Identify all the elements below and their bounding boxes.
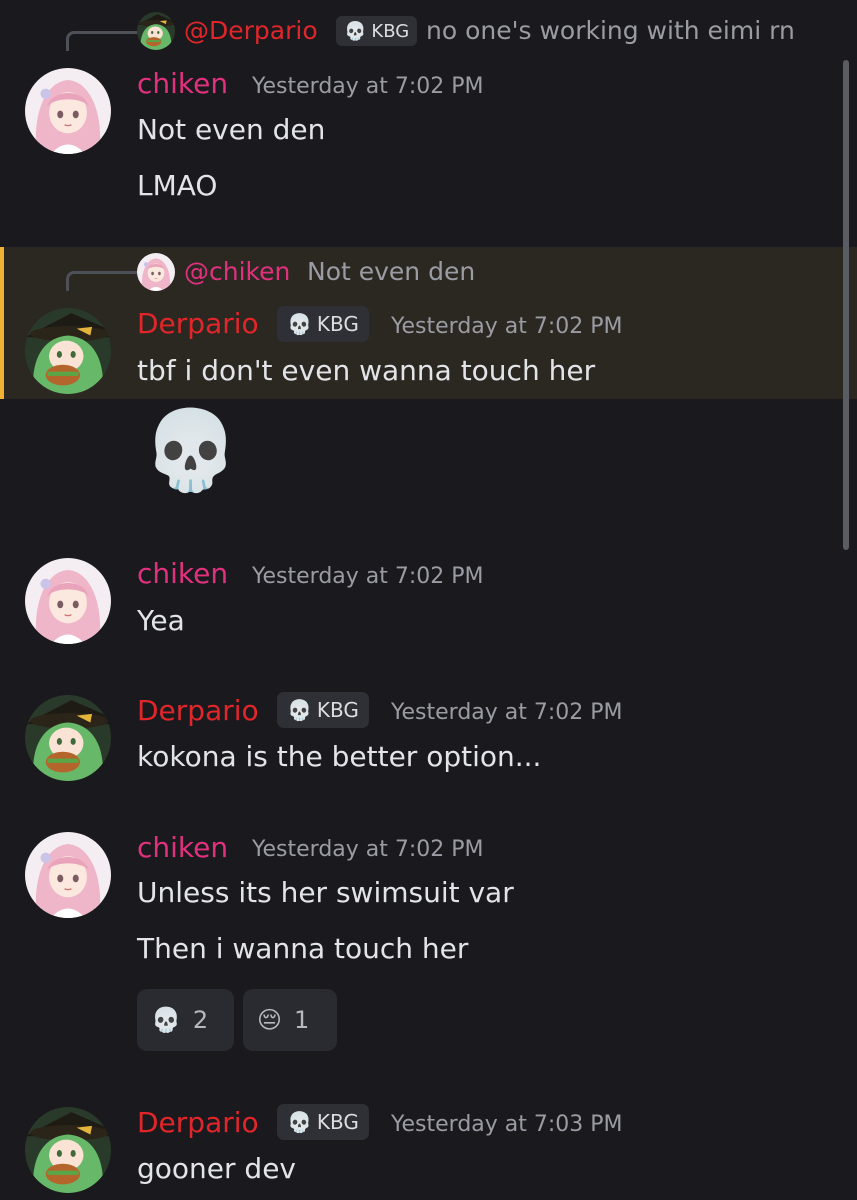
- reply-avatar[interactable]: [137, 12, 175, 50]
- timestamp: Yesterday at 7:02 PM: [252, 74, 484, 99]
- message-text: gooner dev: [137, 1152, 296, 1185]
- reaction-pensive[interactable]: 😔 1: [243, 989, 337, 1051]
- role-tag: 💀 KBG: [277, 306, 369, 342]
- reply-connector: [66, 271, 138, 291]
- author-name[interactable]: chiken: [137, 834, 228, 862]
- message-feed: @Derpario 💀 KBG no one's working with ei…: [0, 0, 857, 1200]
- message-text: Unless its her swimsuit var: [137, 876, 514, 909]
- reply-mention[interactable]: @chiken: [184, 257, 290, 286]
- reaction-skull[interactable]: 💀 2: [137, 989, 234, 1051]
- skull-icon: 💀: [287, 312, 312, 336]
- scrollbar[interactable]: [843, 60, 849, 550]
- role-tag: 💀 KBG: [277, 1104, 369, 1140]
- reaction-count: 1: [294, 1006, 310, 1034]
- message-text: Then i wanna touch her: [137, 932, 469, 965]
- skull-emoji: 💀: [142, 406, 240, 496]
- role-tag-label: KBG: [316, 698, 359, 722]
- role-tag: 💀 KBG: [336, 16, 418, 46]
- reply-connector: [66, 31, 138, 51]
- timestamp: Yesterday at 7:02 PM: [391, 700, 623, 725]
- skull-icon: 💀: [287, 1110, 312, 1134]
- role-tag-label: KBG: [371, 20, 410, 42]
- author-name[interactable]: Derpario: [137, 310, 259, 338]
- message-text: Not even den: [137, 113, 326, 146]
- skull-icon: 💀: [287, 698, 312, 722]
- timestamp: Yesterday at 7:02 PM: [252, 564, 484, 589]
- message-text: kokona is the better option...: [137, 740, 542, 773]
- reply-text[interactable]: Not even den: [307, 257, 475, 286]
- skull-icon: 💀: [344, 20, 367, 42]
- role-tag-label: KBG: [316, 1110, 359, 1134]
- author-name[interactable]: chiken: [137, 70, 228, 98]
- timestamp: Yesterday at 7:03 PM: [391, 1112, 623, 1137]
- avatar[interactable]: [25, 832, 111, 918]
- avatar[interactable]: [25, 308, 111, 394]
- author-name[interactable]: chiken: [137, 560, 228, 588]
- author-name[interactable]: Derpario: [137, 697, 259, 725]
- role-tag: 💀 KBG: [277, 692, 369, 728]
- avatar[interactable]: [25, 1107, 111, 1193]
- avatar[interactable]: [25, 68, 111, 154]
- message-text: LMAO: [137, 169, 218, 202]
- skull-icon: 💀: [151, 1006, 181, 1034]
- reply-mention[interactable]: @Derpario: [184, 16, 318, 45]
- author-name[interactable]: Derpario: [137, 1109, 259, 1137]
- reply-text[interactable]: no one's working with eimi rn: [426, 16, 795, 45]
- message-text: tbf i don't even wanna touch her: [137, 354, 596, 387]
- reply-avatar[interactable]: [137, 253, 175, 291]
- pensive-face-icon: 😔: [257, 1006, 283, 1034]
- role-tag-label: KBG: [316, 312, 359, 336]
- timestamp: Yesterday at 7:02 PM: [252, 837, 484, 862]
- avatar[interactable]: [25, 558, 111, 644]
- reaction-count: 2: [192, 1006, 209, 1034]
- timestamp: Yesterday at 7:02 PM: [391, 314, 623, 339]
- avatar[interactable]: [25, 695, 111, 781]
- message-text: Yea: [137, 604, 185, 637]
